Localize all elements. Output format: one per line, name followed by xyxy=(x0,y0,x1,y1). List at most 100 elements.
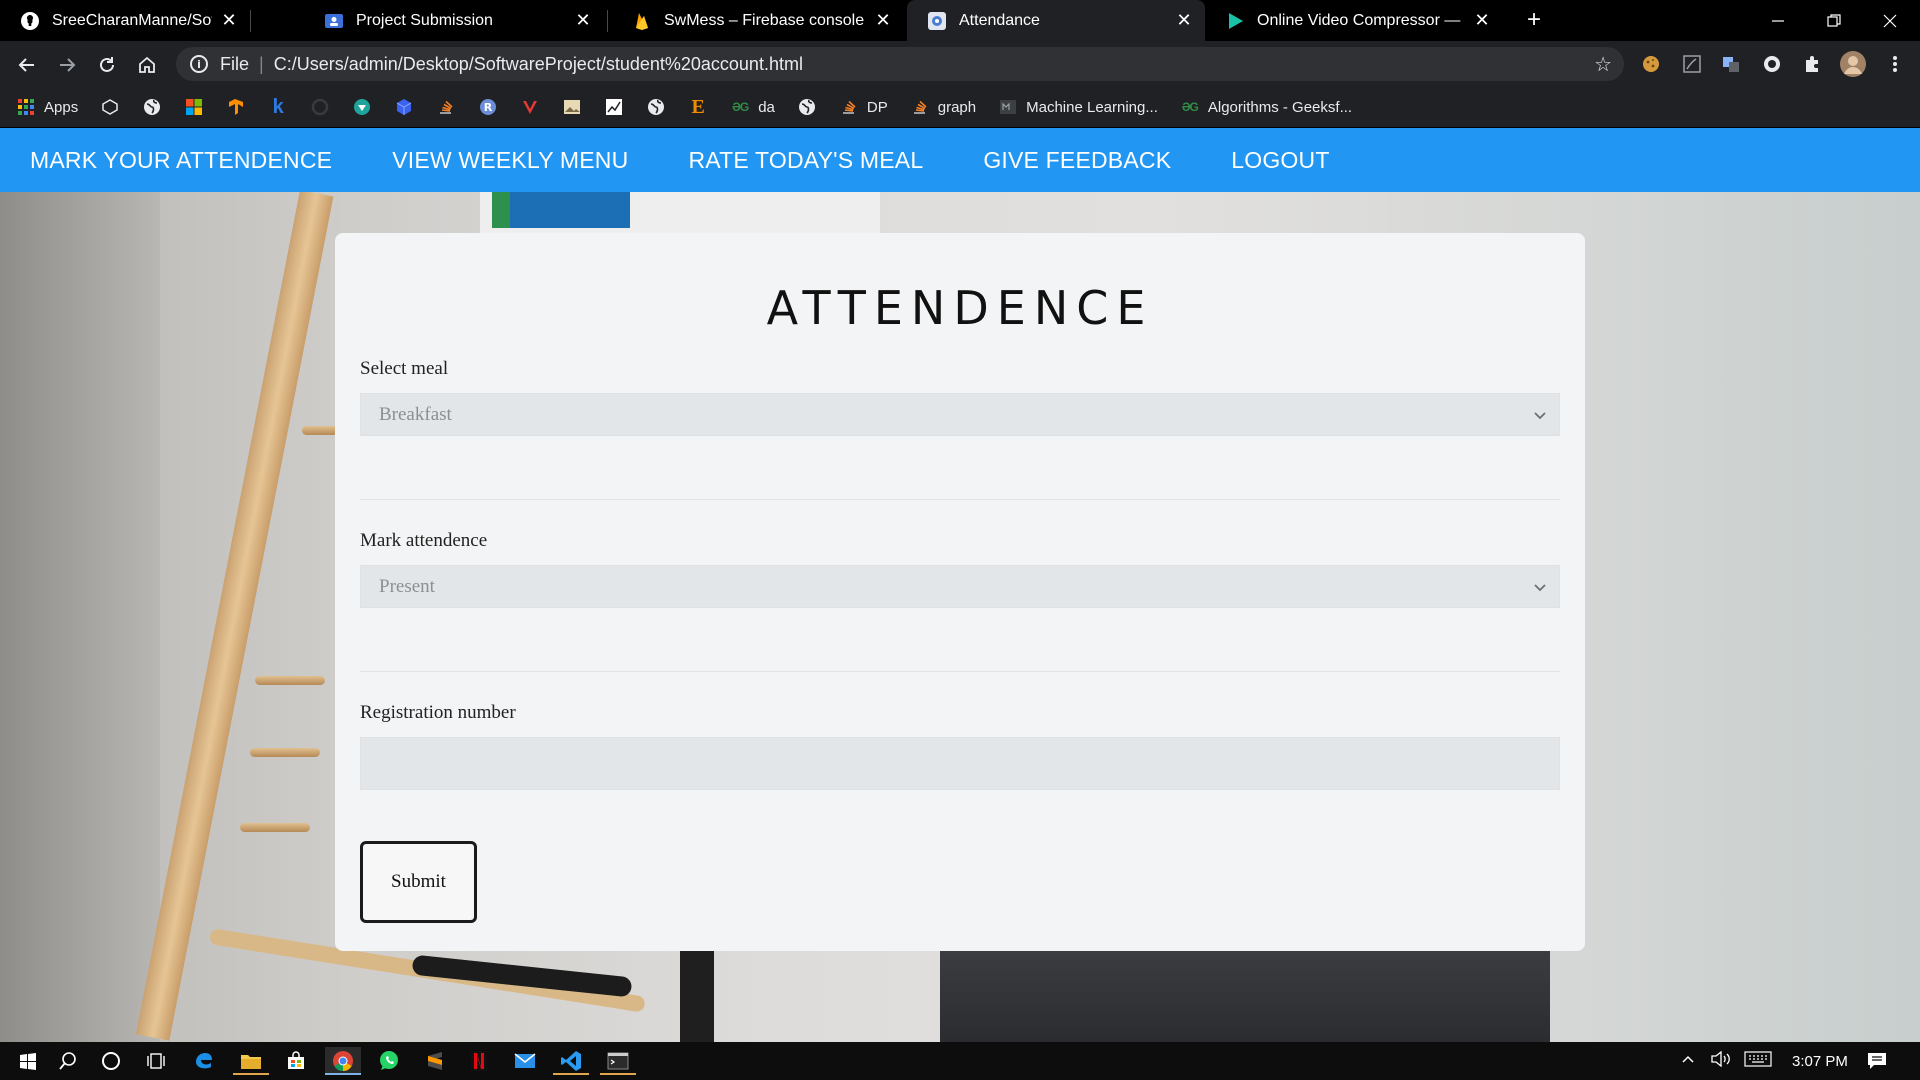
bookmark-item[interactable]: Apps xyxy=(16,97,78,117)
store-icon[interactable] xyxy=(278,1047,314,1075)
windows-start-icon[interactable] xyxy=(10,1047,46,1075)
bookmark-item[interactable] xyxy=(520,97,540,117)
translate-extension-icon[interactable] xyxy=(1720,53,1742,75)
reload-button[interactable] xyxy=(94,52,120,78)
chevron-down-icon xyxy=(1534,584,1546,592)
info-icon[interactable]: i xyxy=(190,55,208,73)
chevron-up-icon[interactable] xyxy=(1680,1051,1696,1071)
bookmark-label: da xyxy=(758,98,775,116)
mail-icon[interactable] xyxy=(507,1047,543,1075)
tensorflow-icon xyxy=(226,97,246,117)
cortana-icon[interactable] xyxy=(93,1047,129,1075)
pdf-extension-icon[interactable] xyxy=(1681,53,1703,75)
nav-rate-meal[interactable]: RATE TODAY'S MEAL xyxy=(688,147,923,174)
background-fabric xyxy=(940,948,1550,1042)
minimize-button[interactable] xyxy=(1750,0,1806,41)
bookmark-item[interactable]: R xyxy=(478,97,498,117)
menu-kebab-icon[interactable] xyxy=(1884,53,1906,75)
tab-separator xyxy=(607,10,608,32)
k-icon: k xyxy=(272,95,284,118)
new-tab-button[interactable]: + xyxy=(1522,8,1546,32)
tab-project-submission[interactable]: Project Submission ✕ xyxy=(312,0,604,41)
bookmark-item[interactable] xyxy=(394,97,414,117)
bookmark-item[interactable]: Machine Learning... xyxy=(998,97,1158,117)
clock[interactable]: 3:07 PM xyxy=(1792,1053,1848,1070)
puzzle-icon[interactable] xyxy=(1801,53,1823,75)
cookie-extension-icon[interactable] xyxy=(1640,53,1662,75)
sublime-icon[interactable] xyxy=(417,1047,453,1075)
background-post xyxy=(680,938,714,1042)
address-bar[interactable]: i File | C:/Users/admin/Desktop/Software… xyxy=(176,47,1624,81)
play-icon xyxy=(1225,11,1245,31)
microsoft-icon xyxy=(184,97,204,117)
bookmark-item[interactable] xyxy=(352,97,372,117)
chevron-down-icon xyxy=(1534,412,1546,420)
url-scheme-label: File xyxy=(220,53,250,74)
bookmark-item[interactable]: ƏG Algorithms - Geeksf... xyxy=(1180,97,1352,117)
task-view-icon[interactable] xyxy=(138,1047,174,1075)
nav-logout[interactable]: LOGOUT xyxy=(1231,147,1329,174)
bookmark-item[interactable] xyxy=(226,97,246,117)
avatar[interactable] xyxy=(1840,51,1866,77)
bookmark-item[interactable] xyxy=(646,97,666,117)
meal-select[interactable]: Breakfast xyxy=(360,393,1560,436)
chrome-icon[interactable] xyxy=(325,1047,361,1075)
submit-button[interactable]: Submit xyxy=(360,841,477,923)
nav-give-feedback[interactable]: GIVE FEEDBACK xyxy=(983,147,1171,174)
file-explorer-icon[interactable] xyxy=(233,1047,269,1075)
bookmark-item[interactable] xyxy=(142,97,162,117)
volume-icon[interactable] xyxy=(1710,1050,1732,1071)
bookmark-item[interactable] xyxy=(100,97,120,117)
netflix-icon[interactable] xyxy=(461,1047,497,1075)
bookmark-item[interactable] xyxy=(797,97,817,117)
tab-video-compressor[interactable]: Online Video Compressor — Red ✕ xyxy=(1205,0,1503,41)
back-button[interactable] xyxy=(14,52,40,78)
attendance-form-card: ATTENDENCE Select meal Breakfast Mark at… xyxy=(335,233,1585,951)
classroom-icon xyxy=(324,11,344,31)
globe-icon xyxy=(646,97,666,117)
close-icon[interactable]: ✕ xyxy=(574,10,592,31)
bookmark-item[interactable] xyxy=(562,97,582,117)
search-icon[interactable] xyxy=(50,1047,86,1075)
edge-icon[interactable] xyxy=(186,1047,222,1075)
nav-mark-attendance[interactable]: MARK YOUR ATTENDENCE xyxy=(30,147,332,174)
home-button[interactable] xyxy=(134,52,160,78)
circle-dark-icon xyxy=(310,97,330,117)
url-divider: | xyxy=(259,53,264,74)
close-icon[interactable]: ✕ xyxy=(1473,10,1491,31)
forward-button[interactable] xyxy=(54,52,80,78)
nav-view-weekly-menu[interactable]: VIEW WEEKLY MENU xyxy=(392,147,628,174)
bookmark-item[interactable] xyxy=(604,97,624,117)
bookmark-item[interactable]: DP xyxy=(839,97,888,117)
bookmark-item[interactable]: graph xyxy=(910,97,976,117)
terminal-icon[interactable] xyxy=(600,1047,636,1075)
bookmark-item[interactable] xyxy=(184,97,204,117)
apps-grid-icon xyxy=(16,97,36,117)
action-center-icon[interactable] xyxy=(1866,1042,1888,1080)
bookmark-item[interactable]: E xyxy=(688,96,708,118)
close-icon[interactable]: ✕ xyxy=(1175,10,1193,31)
tab-github[interactable]: SreeCharanManne/SoftwareProje ✕ xyxy=(0,0,250,41)
bookmark-item[interactable] xyxy=(436,97,456,117)
restore-button[interactable] xyxy=(1806,0,1862,41)
registration-number-input[interactable] xyxy=(360,737,1560,790)
app-navbar: MARK YOUR ATTENDENCE VIEW WEEKLY MENU RA… xyxy=(0,128,1920,192)
bookmark-item[interactable]: k xyxy=(268,95,288,118)
bookmark-item[interactable]: ƏG da xyxy=(730,97,775,117)
close-icon[interactable]: ✕ xyxy=(220,10,238,31)
tab-attendance[interactable]: Attendance ✕ xyxy=(907,0,1205,41)
cube-icon xyxy=(394,97,414,117)
circle-extension-icon[interactable] xyxy=(1761,53,1783,75)
url-text[interactable]: C:/Users/admin/Desktop/SoftwareProject/s… xyxy=(274,54,803,75)
star-icon[interactable]: ☆ xyxy=(1594,52,1612,77)
tab-firebase[interactable]: SwMess – Firebase console ✕ xyxy=(612,0,904,41)
whatsapp-icon[interactable] xyxy=(371,1047,407,1075)
vscode-icon[interactable] xyxy=(553,1047,589,1075)
bookmark-item[interactable] xyxy=(310,97,330,117)
svg-text:R: R xyxy=(484,101,493,114)
window-close-button[interactable] xyxy=(1862,0,1918,41)
keyboard-icon[interactable] xyxy=(1744,1051,1772,1071)
close-icon[interactable]: ✕ xyxy=(874,10,892,31)
attendance-select[interactable]: Present xyxy=(360,565,1560,608)
bookmarks-bar: Apps k R E ƏG da DP graph Machine Learning... ƏG A… xyxy=(0,87,1920,128)
